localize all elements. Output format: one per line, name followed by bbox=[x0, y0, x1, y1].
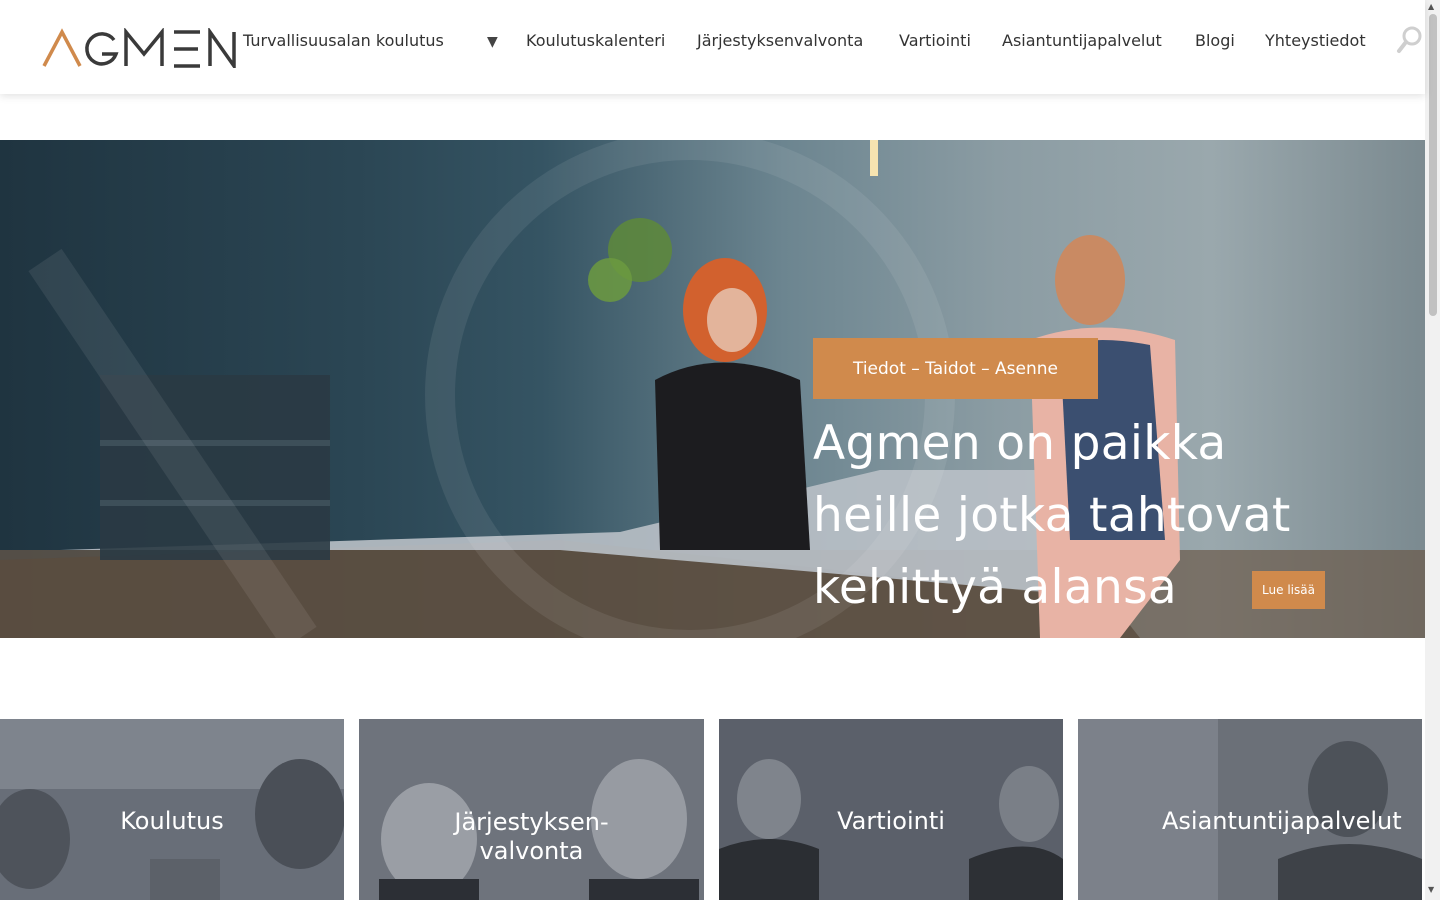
nav-item-asiantuntijapalvelut[interactable]: Asiantuntijapalvelut bbox=[1002, 31, 1162, 51]
card-label-line1: Järjestyksen- bbox=[454, 808, 609, 836]
scroll-up-icon[interactable]: ▲ bbox=[1428, 2, 1434, 11]
nav-item-koulutuskalenteri[interactable]: Koulutuskalenteri bbox=[526, 31, 665, 51]
service-card-jarjestyksenvalvonta[interactable]: Järjestyksen- valvonta bbox=[359, 719, 704, 900]
nav-item-jarjestyksenvalvonta[interactable]: Järjestyksenvalvonta bbox=[697, 31, 863, 51]
nav-item-vartiointi[interactable]: Vartiointi bbox=[899, 31, 971, 51]
site-header: Turvallisuusalan koulutus ▼ Koulutuskale… bbox=[0, 0, 1425, 94]
nav-item-yhteystiedot[interactable]: Yhteystiedot bbox=[1265, 31, 1366, 51]
card-label: Järjestyksen- valvonta bbox=[359, 808, 704, 866]
scroll-down-icon[interactable]: ▼ bbox=[1428, 885, 1434, 894]
service-card-koulutus[interactable]: Koulutus bbox=[0, 719, 344, 900]
card-label: Vartiointi bbox=[837, 807, 945, 835]
card-label: Koulutus bbox=[120, 807, 224, 835]
card-label-text: Asiantuntijapalvelut bbox=[1162, 807, 1402, 835]
read-more-button[interactable]: Lue lisää bbox=[1252, 571, 1325, 609]
nav-item-blogi[interactable]: Blogi bbox=[1195, 31, 1235, 51]
service-card-vartiointi[interactable]: Vartiointi bbox=[719, 719, 1063, 900]
scrollbar-thumb[interactable] bbox=[1429, 14, 1437, 316]
caret-down-icon[interactable]: ▼ bbox=[487, 34, 498, 50]
service-card-asiantuntijapalvelut[interactable]: Asiantuntijapalvelut bbox=[1078, 719, 1422, 900]
hero-banner: Tiedot – Taidot – Asenne Agmen on paikka… bbox=[0, 140, 1425, 638]
agmen-logo[interactable] bbox=[42, 28, 236, 68]
search-icon[interactable] bbox=[1396, 26, 1422, 54]
page-scrollbar[interactable]: ▲ ▼ bbox=[1425, 0, 1440, 900]
card-label-line2: valvonta bbox=[479, 837, 584, 865]
hero-tagline: Tiedot – Taidot – Asenne bbox=[813, 338, 1098, 399]
nav-item-turvallisuusalan-koulutus[interactable]: Turvallisuusalan koulutus bbox=[243, 31, 444, 51]
